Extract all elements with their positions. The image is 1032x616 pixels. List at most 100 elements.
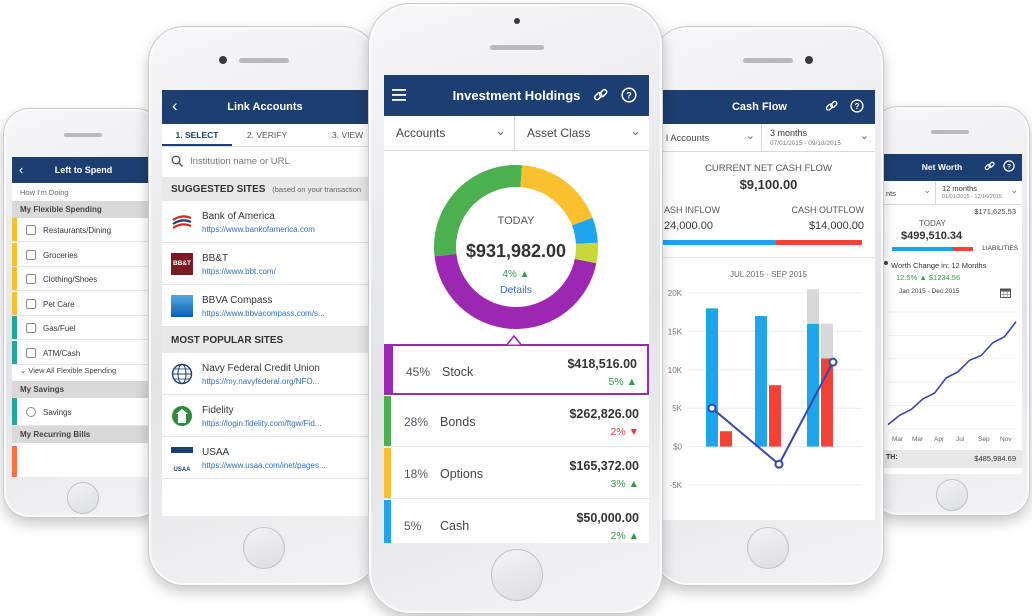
- inflow-bar[interactable]: [706, 308, 718, 447]
- help-icon[interactable]: ?: [1003, 160, 1015, 172]
- outflow-label: CASH OUTFLOW: [791, 205, 864, 215]
- up-arrow-icon: ▲: [625, 530, 639, 542]
- site-name: BB&T: [202, 253, 229, 264]
- list-item-savings[interactable]: Savings: [12, 398, 155, 426]
- y-tick-label: $0: [673, 443, 682, 452]
- site-url[interactable]: https://www.usaa.com/inet/pages...: [202, 461, 326, 470]
- y-tick-label: 15K: [668, 327, 683, 336]
- chart-title: JUL 2015 - SEP 2015: [730, 270, 807, 279]
- fidelity-logo: [172, 406, 192, 426]
- grocery-icon: [26, 249, 36, 260]
- site-url[interactable]: https://www.bankofamerica.com: [202, 225, 315, 234]
- phone-link-accounts: ‹ Link Accounts 1. SELECT 2. VERIFY 3. V…: [148, 26, 378, 586]
- tab-verify[interactable]: 2. VERIFY: [232, 124, 302, 146]
- inflow-bar[interactable]: [755, 316, 767, 447]
- x-tick-label: Apr: [934, 436, 945, 443]
- section-label: SUGGESTED SITES: [171, 184, 266, 195]
- list-item-spending-category[interactable]: ATM/Cash: [12, 340, 155, 365]
- category-color-bar: [12, 398, 17, 425]
- site-url[interactable]: https://my.navyfederal.org/NFO...: [202, 377, 319, 386]
- list-item-bbva-compass[interactable]: BBVA Compass https://www.bbvacompass.com…: [162, 285, 368, 327]
- list-item-usaa[interactable]: USAA USAA https://www.usaa.com/inet/page…: [162, 437, 368, 479]
- category-color-bar: [12, 267, 17, 290]
- projected-bar[interactable]: [807, 289, 819, 324]
- site-url[interactable]: https://www.bbvacompass.com/s...: [202, 309, 325, 318]
- list-item-bbt[interactable]: BB&T BB&T https://www.bbt.com/: [162, 243, 368, 285]
- holding-row-cash[interactable]: 5% Cash $50,000.00 2% ▲: [384, 500, 649, 543]
- list-item-label: ATM/Cash: [43, 348, 81, 358]
- tab-select[interactable]: 1. SELECT: [162, 124, 232, 146]
- list-item-spending-category[interactable]: Restaurants/Dining: [12, 218, 155, 242]
- projected-bar[interactable]: [821, 323, 833, 359]
- footer-label: TH:: [886, 454, 898, 461]
- period-dropdown[interactable]: 12 months 01/01/2015 - 12/16/2015 ⌄: [936, 181, 1022, 205]
- net-point[interactable]: [828, 357, 838, 367]
- outflow-bar[interactable]: [720, 431, 732, 447]
- change-value: 2%: [610, 426, 626, 438]
- net-point[interactable]: [774, 459, 784, 469]
- net-point[interactable]: [707, 403, 717, 413]
- link-icon[interactable]: [825, 100, 838, 113]
- home-button[interactable]: [243, 527, 285, 569]
- outflow-bar[interactable]: [769, 385, 781, 447]
- holding-row-stock[interactable]: 45% Stock $418,516.00 5% ▲: [384, 344, 649, 395]
- asset-class-dropdown[interactable]: Asset Class ⌄: [515, 116, 649, 151]
- net-worth-line-chart[interactable]: Mar Mar Apr Jul Sep Nov: [882, 304, 1022, 449]
- speaker-grille: [239, 58, 289, 63]
- inflow-label: ASH INFLOW: [664, 205, 721, 215]
- outflow-bar: [776, 240, 862, 245]
- home-button[interactable]: [936, 479, 968, 511]
- list-item-fidelity[interactable]: Fidelity https://login.fidelity.com/ftgw…: [162, 395, 368, 437]
- list-item-spending-category[interactable]: Clothing/Shoes: [12, 267, 155, 291]
- period-dropdown[interactable]: 3 months 07/01/2015 - 09/18/2015 ⌄: [762, 124, 875, 152]
- inflow-bar[interactable]: [807, 323, 819, 447]
- liabilities-bar: [953, 247, 973, 251]
- search-input[interactable]: [190, 153, 360, 169]
- period-range: 01/01/2015 - 12/16/2015: [942, 194, 1002, 200]
- category-color-bar: [12, 340, 17, 364]
- left-to-spend-screen: ‹ Left to Spend How I'm Doing My Flexibl…: [12, 157, 155, 477]
- list-item-spending-category[interactable]: Pet Care: [12, 291, 155, 316]
- view-all-link[interactable]: ⌄ View All Flexible Spending: [20, 366, 116, 375]
- site-url[interactable]: https://login.fidelity.com/ftgw/Fid...: [202, 419, 321, 428]
- home-button[interactable]: [67, 482, 99, 514]
- section-popular-sites: MOST POPULAR SITES: [162, 327, 368, 353]
- net-worth-line: [887, 321, 1017, 426]
- holding-value: $50,000.00: [576, 511, 639, 525]
- accounts-dropdown[interactable]: l Accounts ⌄: [662, 124, 762, 152]
- list-item-spending-category[interactable]: Groceries: [12, 242, 155, 267]
- asset-color-bar: [384, 500, 391, 543]
- list-item-bank-of-america[interactable]: Bank of America https://www.bankofameric…: [162, 201, 368, 243]
- help-icon[interactable]: ?: [621, 87, 637, 103]
- accounts-dropdown[interactable]: nts ⌄: [882, 181, 936, 205]
- holding-row-options[interactable]: 18% Options $165,372.00 3% ▲: [384, 448, 649, 499]
- list-item-spending-category[interactable]: Gas/Fuel: [12, 316, 155, 340]
- x-tick-label: Sep: [978, 436, 990, 443]
- link-icon[interactable]: [984, 161, 995, 172]
- home-button[interactable]: [491, 549, 543, 601]
- accounts-dropdown[interactable]: Accounts ⌄: [384, 116, 515, 151]
- x-tick-label: Jul: [956, 436, 965, 443]
- net-cash-flow-label: CURRENT NET CASH FLOW: [705, 163, 832, 174]
- holding-row-bonds[interactable]: 28% Bonds $262,826.00 2% ▼: [384, 396, 649, 447]
- change-value: 2%: [610, 530, 626, 542]
- speaker-grille: [64, 133, 102, 137]
- svg-text:?: ?: [1007, 164, 1011, 171]
- piggy-bank-icon: [26, 407, 36, 417]
- fork-knife-icon: [26, 225, 36, 235]
- dropdown-value: l Accounts: [666, 133, 710, 144]
- category-color-bar: [12, 218, 17, 241]
- home-button[interactable]: [747, 527, 789, 569]
- shirt-icon: [26, 274, 36, 284]
- divider: [662, 257, 875, 258]
- cash-flow-bar-chart[interactable]: 20K 15K 10K 5K $0 -5K: [662, 285, 875, 520]
- calendar-icon[interactable]: [1000, 288, 1011, 298]
- details-link[interactable]: Details: [431, 284, 601, 296]
- search-bar[interactable]: [162, 147, 368, 177]
- site-url[interactable]: https://www.bbt.com/: [202, 267, 276, 276]
- help-icon[interactable]: ?: [850, 99, 864, 113]
- list-item-navy-federal[interactable]: Navy Federal Credit Union https://my.nav…: [162, 353, 368, 395]
- link-icon[interactable]: [593, 88, 608, 103]
- tab-view[interactable]: 3. VIEW: [302, 124, 368, 146]
- bbt-logo: BB&T: [171, 253, 193, 275]
